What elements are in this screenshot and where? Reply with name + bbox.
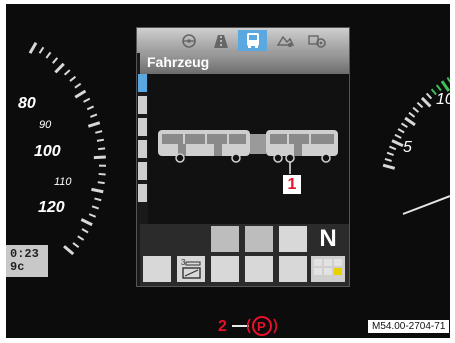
gauge-tick	[83, 97, 91, 103]
tab-settings[interactable]	[302, 30, 331, 51]
parking-brake-letter: P	[257, 319, 266, 334]
rpm-label-10: 10	[436, 91, 450, 108]
gauge-tick	[28, 42, 38, 54]
gauge-tick	[389, 145, 397, 151]
speed-label-100: 100	[34, 143, 61, 160]
rpm-label-5: 5	[403, 139, 412, 156]
tachometer-gauge: 10 5	[382, 76, 450, 215]
gauge-tick	[74, 89, 87, 99]
yellow-indicator-dot	[334, 268, 342, 275]
gauge-tick	[91, 187, 104, 194]
tab-vehicle[interactable]	[238, 30, 267, 51]
articulated-bus-icon	[158, 130, 338, 174]
instrument-cluster: 80 90 100 110 120 0:23 9c 10 5	[6, 4, 450, 338]
tab-road[interactable]	[206, 30, 235, 51]
gauge-tick	[97, 181, 105, 185]
tank-indicator-cell: 3	[177, 256, 205, 282]
indicator-dots	[311, 256, 345, 282]
speed-label-80: 80	[18, 95, 36, 112]
gauge-tick	[74, 82, 82, 89]
status-cell	[211, 256, 239, 282]
trip-display: 0:23 9c	[6, 245, 48, 277]
gauge-tick	[440, 80, 450, 92]
speed-label-110: 110	[54, 176, 72, 188]
gear-indicator: N	[319, 225, 337, 252]
status-cell	[245, 226, 273, 252]
steering-wheel-icon	[181, 33, 196, 48]
menu-scroll-strip	[137, 74, 148, 224]
gauge-tick	[63, 69, 71, 76]
gauge-tick	[408, 111, 416, 118]
gauge-tick	[80, 218, 93, 227]
status-grid: N 3	[140, 224, 349, 286]
status-cell	[245, 256, 273, 282]
gauge-tick	[45, 51, 52, 59]
speed-label-120: 120	[38, 199, 65, 216]
gauge-tick	[77, 235, 85, 241]
tab-steering[interactable]	[174, 30, 203, 51]
gauge-tick	[95, 130, 103, 134]
tachometer-ticks	[382, 76, 450, 170]
gauge-tick	[404, 116, 416, 127]
status-cell	[143, 256, 171, 282]
gauge-tick	[98, 172, 106, 176]
gauge-tick	[87, 121, 101, 128]
status-cell	[279, 226, 307, 252]
fuel-tank-icon: 3	[181, 258, 201, 279]
menu-tab-bar	[137, 28, 349, 53]
gauge-tick	[382, 163, 396, 170]
status-cell	[279, 256, 307, 282]
gauge-tick	[94, 197, 102, 202]
gauge-tick	[420, 96, 432, 108]
parking-brake-indicator: P	[232, 316, 278, 336]
gauge-tick	[93, 155, 106, 160]
gauge-tick	[90, 113, 98, 118]
gauge-tick	[96, 138, 105, 142]
multifunction-display: Fahrzeug N 3	[136, 27, 350, 287]
road-icon	[213, 34, 228, 48]
gauge-tick	[386, 151, 394, 157]
gauge-tick	[54, 62, 65, 74]
gauge-tick	[394, 133, 402, 139]
vehicle-view	[148, 74, 349, 224]
settings-icon	[307, 34, 326, 48]
gauge-tick	[446, 76, 450, 84]
bus-icon	[246, 33, 259, 48]
gauge-tick	[51, 57, 59, 64]
gauge-tick	[384, 157, 392, 162]
gauge-tick	[72, 242, 80, 248]
figure-reference-code: M54.00-2704-71	[368, 320, 450, 333]
menu-title: Fahrzeug	[147, 54, 210, 70]
speedometer-gauge: 80 90 100 110 120	[18, 42, 107, 256]
gauge-tick	[81, 228, 89, 234]
gauge-tick	[69, 75, 77, 82]
callout-2: 2	[218, 318, 227, 335]
gauge-tick	[63, 245, 75, 256]
gauge-tick	[412, 106, 420, 113]
service-icon	[276, 35, 294, 47]
scroll-position-indicator	[138, 74, 147, 92]
gauge-tick	[88, 213, 97, 218]
gauge-tick	[98, 147, 106, 151]
gauge-tick	[397, 128, 405, 134]
gauge-tick	[435, 84, 442, 92]
tachometer-needle	[402, 195, 450, 215]
callout-1: 1	[283, 175, 301, 194]
gauge-tick	[400, 122, 408, 129]
gauge-tick	[416, 101, 424, 109]
status-cell	[211, 226, 239, 252]
menu-title-bar: Fahrzeug	[140, 53, 349, 74]
gauge-tick	[425, 92, 433, 100]
gauge-tick	[86, 105, 95, 111]
trip-line-2: 9c	[10, 260, 25, 274]
gauge-tick	[91, 205, 100, 210]
tab-service[interactable]	[270, 30, 299, 51]
svg-text:3: 3	[181, 258, 186, 267]
gauge-tick	[391, 139, 404, 148]
speed-label-90: 90	[39, 119, 52, 131]
gauge-tick	[38, 46, 45, 54]
